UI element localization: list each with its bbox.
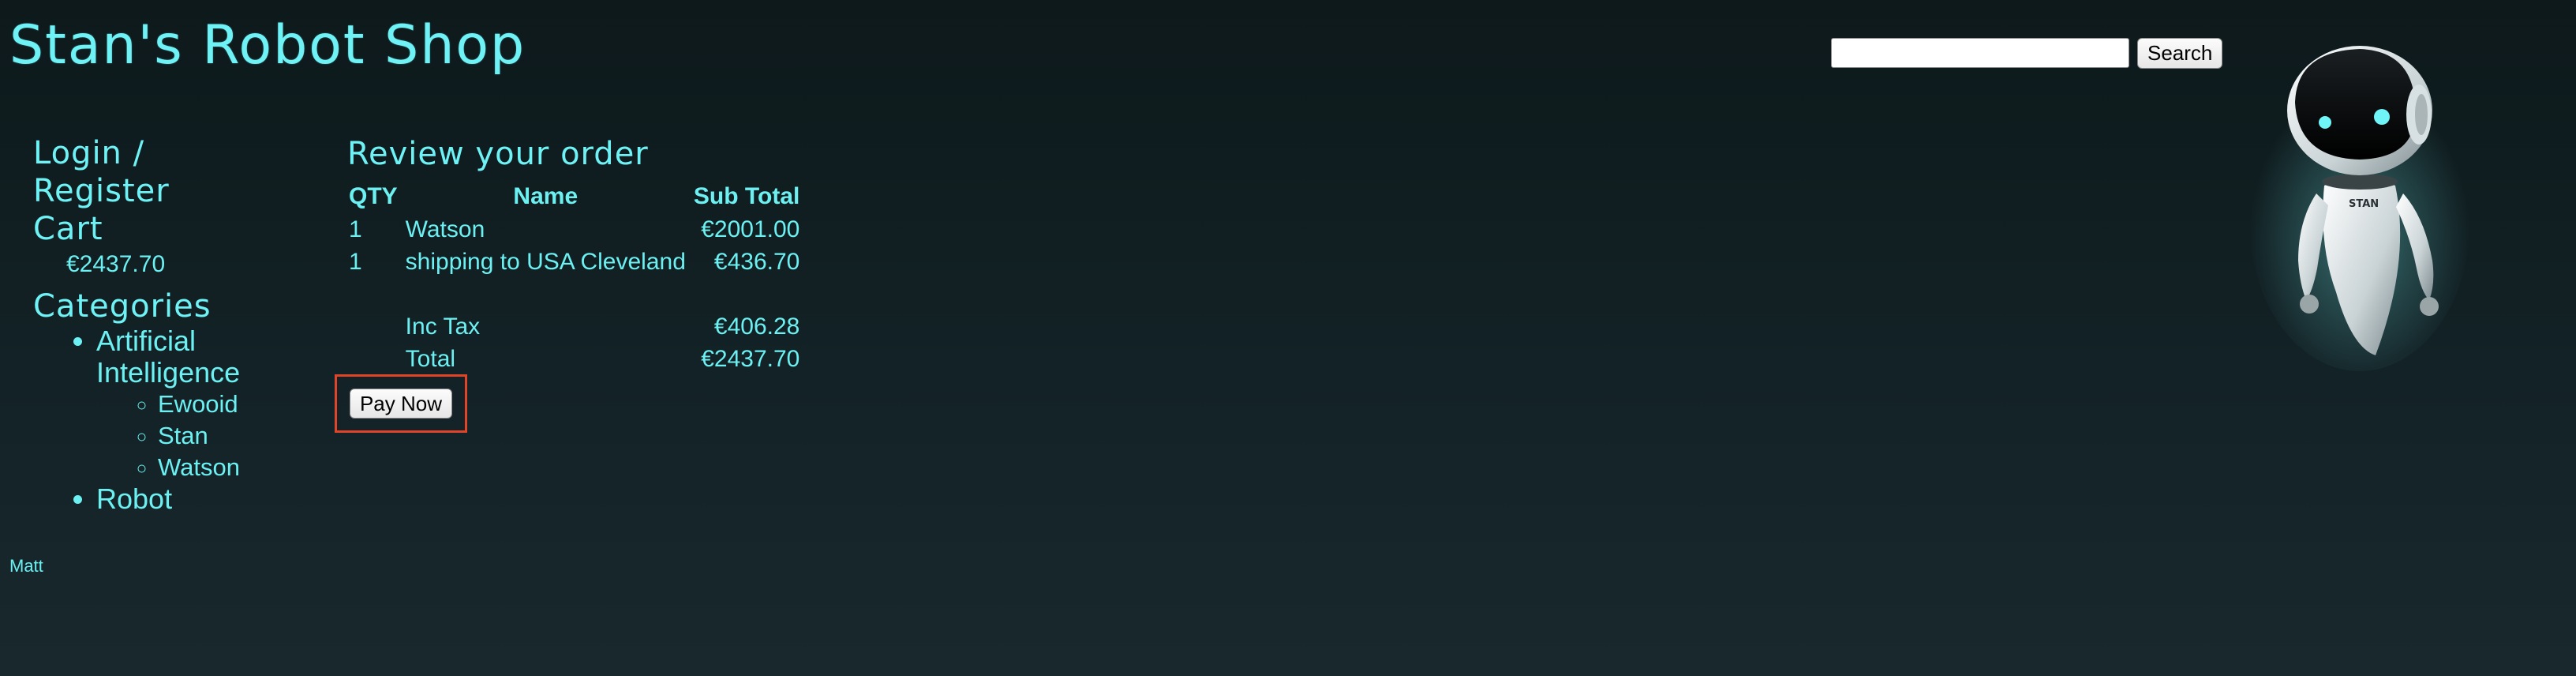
sidebar: Login / Register Cart €2437.70 Categorie…: [33, 134, 270, 515]
cart-heading: Cart: [33, 210, 270, 248]
name-header: Name: [513, 183, 578, 209]
subtotal-header: Sub Total: [693, 183, 800, 209]
row-qty: 1: [349, 249, 362, 275]
subcategory-item: Watson: [158, 452, 270, 483]
row-subtotal: €436.70: [713, 249, 800, 275]
login-register-heading: Login / Register: [33, 134, 270, 210]
order-review: Review your order QTY Name Sub Total 1 W…: [344, 136, 804, 375]
product-link-watson[interactable]: Watson: [158, 453, 240, 481]
category-item: Artificial Intelligence Ewooid Stan Wats…: [96, 325, 270, 483]
footer-text: Matt: [9, 556, 43, 576]
row-name: Watson: [405, 216, 485, 242]
subcategory-item: Ewooid: [158, 389, 270, 420]
pay-now-button[interactable]: Pay Now: [349, 388, 453, 419]
category-item: Robot: [96, 483, 270, 515]
subcategory-item: Stan: [158, 420, 270, 452]
table-header-row: QTY Name Sub Total: [346, 180, 803, 213]
product-link-ewooid[interactable]: Ewooid: [158, 390, 238, 418]
tax-value: €406.28: [713, 314, 800, 340]
category-link-artificial-intelligence[interactable]: Artificial Intelligence: [96, 325, 240, 389]
subcategory-list: Ewooid Stan Watson: [96, 389, 270, 483]
table-row: 1 shipping to USA Cleveland €436.70: [346, 246, 803, 278]
total-label: Total: [405, 346, 456, 372]
category-link-robot[interactable]: Robot: [96, 483, 172, 515]
qty-header: QTY: [349, 183, 398, 209]
robot-badge-text: STAN: [2349, 198, 2379, 210]
robot-mascot-image: STAN: [2249, 46, 2470, 371]
row-qty: 1: [349, 216, 362, 242]
row-name: shipping to USA Cleveland: [405, 249, 686, 275]
cart-link[interactable]: Cart: [33, 211, 103, 247]
tax-row: Inc Tax €406.28: [346, 310, 803, 343]
cart-total: €2437.70: [66, 251, 166, 277]
table-row: 1 Watson €2001.00: [346, 213, 803, 246]
login-register-link[interactable]: Login / Register: [33, 135, 170, 209]
table-spacer-row: [346, 278, 803, 310]
review-order-title: Review your order: [347, 136, 649, 172]
total-row: Total €2437.70: [346, 343, 803, 375]
site-title: Stan's Robot Shop: [9, 14, 526, 77]
search-button[interactable]: Search: [2137, 38, 2223, 69]
product-link-stan[interactable]: Stan: [158, 422, 208, 449]
category-list: Artificial Intelligence Ewooid Stan Wats…: [33, 325, 270, 515]
pay-now-highlight: Pay Now: [335, 374, 467, 433]
order-table: QTY Name Sub Total 1 Watson €2001.00 1 s…: [344, 180, 804, 375]
total-value: €2437.70: [701, 346, 800, 372]
tax-label: Inc Tax: [405, 314, 481, 340]
categories-heading: Categories: [33, 288, 212, 325]
row-subtotal: €2001.00: [701, 216, 800, 242]
search-form: Search: [1831, 38, 2223, 69]
search-input[interactable]: [1831, 38, 2129, 69]
